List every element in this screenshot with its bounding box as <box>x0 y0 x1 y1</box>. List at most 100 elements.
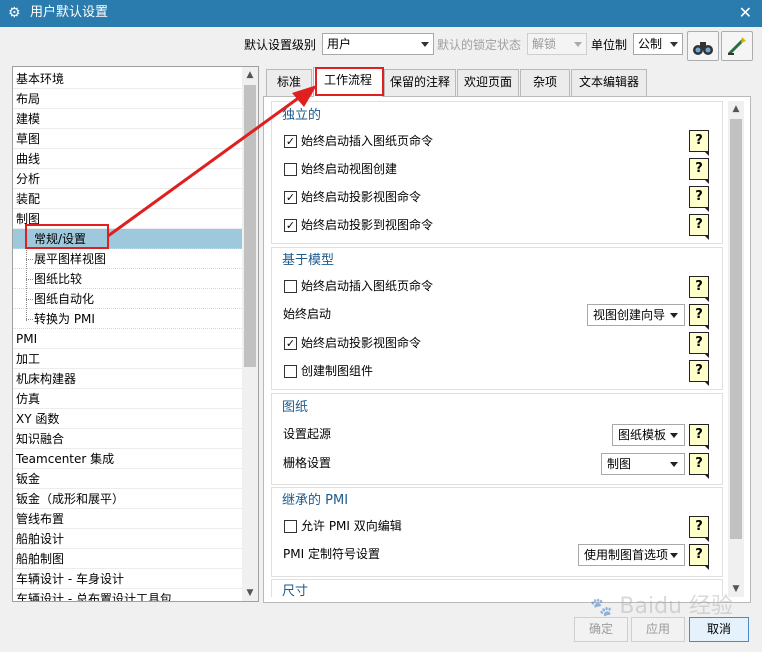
tree-item-convert-to-pmi[interactable]: 转换为 PMI <box>13 309 242 329</box>
watermark: 🐾 Baidu 经验 <box>590 588 733 620</box>
manage-button[interactable] <box>721 31 753 61</box>
tree-item-pmi[interactable]: PMI <box>13 329 242 349</box>
chevron-down-icon <box>421 42 429 47</box>
help-icon[interactable]: ? <box>689 276 709 302</box>
help-icon[interactable]: ? <box>689 453 709 479</box>
tree-item-flat-pattern-view[interactable]: 展平图样视图 <box>13 249 242 269</box>
tree-scrollbar[interactable]: ▲ ▼ <box>242 67 258 601</box>
panel-scrollbar[interactable]: ▲ ▼ <box>728 101 744 597</box>
help-icon[interactable]: ? <box>689 186 709 212</box>
tree-connector <box>26 319 33 320</box>
gear-icon: ⚙ <box>8 5 21 21</box>
checkbox[interactable] <box>284 280 297 293</box>
help-icon[interactable]: ? <box>689 214 709 240</box>
origin-select[interactable]: 图纸模板 <box>612 424 685 446</box>
help-icon[interactable]: ? <box>689 332 709 358</box>
start-mode-select[interactable]: 视图创建向导 <box>587 304 685 326</box>
group-independent: 独立的 ✓ 始终启动插入图纸页命令 ? 始终启动视图创建 ? ✓ 始终启动投影视… <box>271 101 723 244</box>
help-icon[interactable]: ? <box>689 516 709 542</box>
scroll-up-icon[interactable]: ▲ <box>728 101 744 117</box>
grid-select[interactable]: 制图 <box>601 453 685 475</box>
group-title: 继承的 PMI <box>282 493 349 508</box>
help-icon[interactable]: ? <box>689 424 709 450</box>
checkbox[interactable]: ✓ <box>284 337 297 350</box>
tree-item-drawing-compare[interactable]: 图纸比较 <box>13 269 242 289</box>
tree-item-ship-design[interactable]: 船舶设计 <box>13 529 242 549</box>
checkbox-label: 始终启动插入图纸页命令 <box>301 134 434 148</box>
checkbox-label: 创建制图组件 <box>301 364 374 378</box>
tab-text-editor[interactable]: 文本编辑器 <box>571 69 647 96</box>
tree-item-assembly[interactable]: 装配 <box>13 189 242 209</box>
pmi-symbol-select[interactable]: 使用制图首选项 <box>578 544 685 566</box>
find-default-button[interactable] <box>687 31 719 61</box>
checkbox-label: 始终启动投影视图命令 <box>301 190 422 204</box>
tree-item-machine-builder[interactable]: 机床构建器 <box>13 369 242 389</box>
scroll-down-icon[interactable]: ▼ <box>242 585 258 601</box>
checkbox-label: 始终启动插入图纸页命令 <box>301 279 434 293</box>
tree-item-curve[interactable]: 曲线 <box>13 149 242 169</box>
tab-misc[interactable]: 杂项 <box>520 69 570 96</box>
tree-item-modeling[interactable]: 建模 <box>13 109 242 129</box>
tree-item-vehicle-layout[interactable]: 车辆设计 - 总布置设计工具包 <box>13 589 242 601</box>
tree-item-teamcenter[interactable]: Teamcenter 集成 <box>13 449 242 469</box>
unit-value: 公制 <box>638 37 663 51</box>
category-tree[interactable]: 基本环境 布局 建模 草图 曲线 分析 装配 制图 常规/设置 展平图样视图 图… <box>12 66 259 602</box>
scroll-up-icon[interactable]: ▲ <box>242 67 258 83</box>
help-icon[interactable]: ? <box>689 158 709 184</box>
tree-connector <box>26 299 33 300</box>
checkbox[interactable]: ✓ <box>284 191 297 204</box>
tree-item-general-settings[interactable]: 常规/设置 <box>13 229 242 249</box>
checkbox[interactable] <box>284 365 297 378</box>
tree-item-layout[interactable]: 布局 <box>13 89 242 109</box>
unit-label: 单位制 <box>591 38 628 52</box>
tree-item-basic-env[interactable]: 基本环境 <box>13 69 242 89</box>
grid-label: 栅格设置 <box>283 456 332 470</box>
ok-button[interactable]: 确定 <box>574 617 628 642</box>
tab-standard[interactable]: 标准 <box>266 69 312 96</box>
checkbox[interactable]: ✓ <box>284 219 297 232</box>
cancel-button[interactable]: 取消 <box>689 617 749 642</box>
chevron-down-icon <box>670 553 678 558</box>
tree-item-sheet-metal[interactable]: 钣金 <box>13 469 242 489</box>
start-mode-value: 视图创建向导 <box>593 308 666 322</box>
pmi-symbol-value: 使用制图首选项 <box>584 548 669 562</box>
scroll-thumb[interactable] <box>244 85 256 367</box>
tree-item-simulation[interactable]: 仿真 <box>13 389 242 409</box>
pmi-symbol-label: PMI 定制符号设置 <box>283 547 380 561</box>
checkbox[interactable]: ✓ <box>284 135 297 148</box>
tree-item-ship-drafting[interactable]: 船舶制图 <box>13 549 242 569</box>
help-icon[interactable]: ? <box>689 544 709 570</box>
apply-button[interactable]: 应用 <box>631 617 685 642</box>
help-icon[interactable]: ? <box>689 130 709 156</box>
unit-select[interactable]: 公制 <box>633 33 683 55</box>
level-label: 默认设置级别 <box>244 38 317 52</box>
tree-item-knowledge-fusion[interactable]: 知识融合 <box>13 429 242 449</box>
checkbox[interactable] <box>284 520 297 533</box>
tree-item-machining[interactable]: 加工 <box>13 349 242 369</box>
tab-retained-annotations[interactable]: 保留的注释 <box>384 69 456 96</box>
tree-item-sheet-metal-form[interactable]: 钣金（成形和展平） <box>13 489 242 509</box>
tree-item-vehicle-body[interactable]: 车辆设计 - 车身设计 <box>13 569 242 589</box>
tree-item-drawing-automation[interactable]: 图纸自动化 <box>13 289 242 309</box>
origin-label: 设置起源 <box>283 427 332 441</box>
tree-item-xy-function[interactable]: XY 函数 <box>13 409 242 429</box>
checkbox-label: 始终启动投影视图命令 <box>301 336 422 350</box>
tree-item-routing[interactable]: 管线布置 <box>13 509 242 529</box>
checkbox[interactable] <box>284 163 297 176</box>
scroll-thumb[interactable] <box>730 119 742 539</box>
tab-workflow[interactable]: 工作流程 <box>313 67 383 97</box>
checkbox-label: 始终启动视图创建 <box>301 162 398 176</box>
origin-value: 图纸模板 <box>618 428 667 442</box>
tree-item-analysis[interactable]: 分析 <box>13 169 242 189</box>
help-icon[interactable]: ? <box>689 304 709 330</box>
tree-item-drafting[interactable]: 制图 <box>13 209 242 229</box>
tab-welcome-page[interactable]: 欢迎页面 <box>457 69 519 96</box>
group-title: 基于模型 <box>282 253 335 268</box>
lock-select[interactable]: 解锁 <box>527 33 587 55</box>
title-bar: ⚙ 用户默认设置 ✕ <box>0 0 762 27</box>
help-icon[interactable]: ? <box>689 360 709 386</box>
tree-item-sketch[interactable]: 草图 <box>13 129 242 149</box>
grid-value: 制图 <box>607 457 632 471</box>
close-icon[interactable]: ✕ <box>739 3 752 23</box>
level-select[interactable]: 用户 <box>322 33 434 55</box>
